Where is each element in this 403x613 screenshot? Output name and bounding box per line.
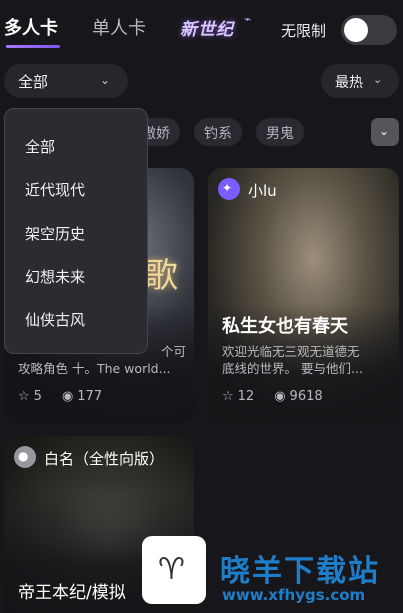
- card-description: 欢迎光临无三观无道德无 底线的世界。 要与他们...: [222, 343, 390, 377]
- eye-icon: ◉: [61, 389, 74, 404]
- like-count: 5: [33, 389, 42, 404]
- card-desc-line: 底线的世界。 要与他们...: [222, 361, 363, 376]
- chevron-down-icon: ⌄: [379, 124, 390, 138]
- top-bar: 多人卡 单人卡 新世纪 ⌁ 无限制: [0, 0, 403, 54]
- dropdown-option[interactable]: 近代现代: [25, 179, 85, 200]
- app-logo: 新世纪: [180, 20, 234, 40]
- toggle-knob: [344, 18, 368, 42]
- avatar: ●: [14, 446, 36, 468]
- sort-filter-label: 最热: [335, 75, 363, 91]
- eye-icon: ◉: [274, 389, 286, 404]
- no-limit-toggle[interactable]: [341, 15, 397, 45]
- cover-art-text: 歌: [144, 256, 178, 296]
- tag-chip[interactable]: 男鬼: [256, 118, 304, 146]
- sort-filter-button[interactable]: 最热 ⌄: [321, 64, 399, 98]
- no-limit-label: 无限制: [281, 22, 327, 40]
- watermark-logo: ♈: [142, 536, 206, 604]
- dropdown-option[interactable]: 幻想未来: [25, 266, 85, 287]
- avatar: ✦: [218, 178, 240, 200]
- card-desc-line: 欢迎光临无三观无道德无: [222, 344, 360, 359]
- card-desc-line: 攻略角色 十。The world...: [18, 361, 171, 376]
- view-count: 177: [77, 389, 103, 404]
- watermark-text: 晓羊下载站: [220, 554, 380, 589]
- dropdown-option[interactable]: 仙侠古风: [25, 309, 85, 330]
- tab-active-indicator: [6, 45, 60, 48]
- view-count: 9618: [289, 389, 323, 404]
- dropdown-option[interactable]: 架空历史: [25, 223, 85, 244]
- avatar-icon: ✦: [222, 181, 233, 195]
- expand-tags-button[interactable]: ⌄: [371, 118, 399, 146]
- card-title: 私生女也有春天: [222, 316, 348, 337]
- author-name: 白名（全性向版）: [44, 450, 165, 468]
- card-title: 帝王本纪/模拟: [18, 583, 126, 603]
- author-name: 小lu: [248, 182, 277, 200]
- like-count: 12: [237, 389, 255, 404]
- sheep-icon: ♈: [158, 552, 185, 587]
- logo-mark-icon: ⌁: [244, 12, 252, 26]
- card-stats: ☆ 5 ◉ 177: [18, 389, 106, 404]
- tab-multi-card[interactable]: 多人卡: [4, 14, 58, 40]
- star-icon: ☆: [18, 389, 30, 404]
- dropdown-option[interactable]: 全部: [25, 136, 55, 157]
- star-icon: ☆: [222, 389, 234, 404]
- chevron-down-icon: ⌄: [100, 73, 111, 87]
- character-card[interactable]: ✦ 小lu 私生女也有春天 欢迎光临无三观无道德无 底线的世界。 要与他们...…: [208, 168, 399, 424]
- category-filter-button[interactable]: 全部 ⌄: [4, 64, 128, 98]
- category-dropdown-menu: 全部 近代现代 架空历史 幻想未来 仙侠古风: [4, 108, 148, 354]
- category-filter-label: 全部: [18, 73, 49, 91]
- tag-chip[interactable]: 钓系: [194, 118, 242, 146]
- watermark-url: www.xfhygs.com: [222, 586, 366, 604]
- avatar-icon: ●: [18, 449, 29, 463]
- card-stats: ☆ 12 ◉ 9618: [222, 389, 327, 404]
- chevron-down-icon: ⌄: [373, 73, 383, 86]
- tab-single-card[interactable]: 单人卡: [92, 14, 146, 40]
